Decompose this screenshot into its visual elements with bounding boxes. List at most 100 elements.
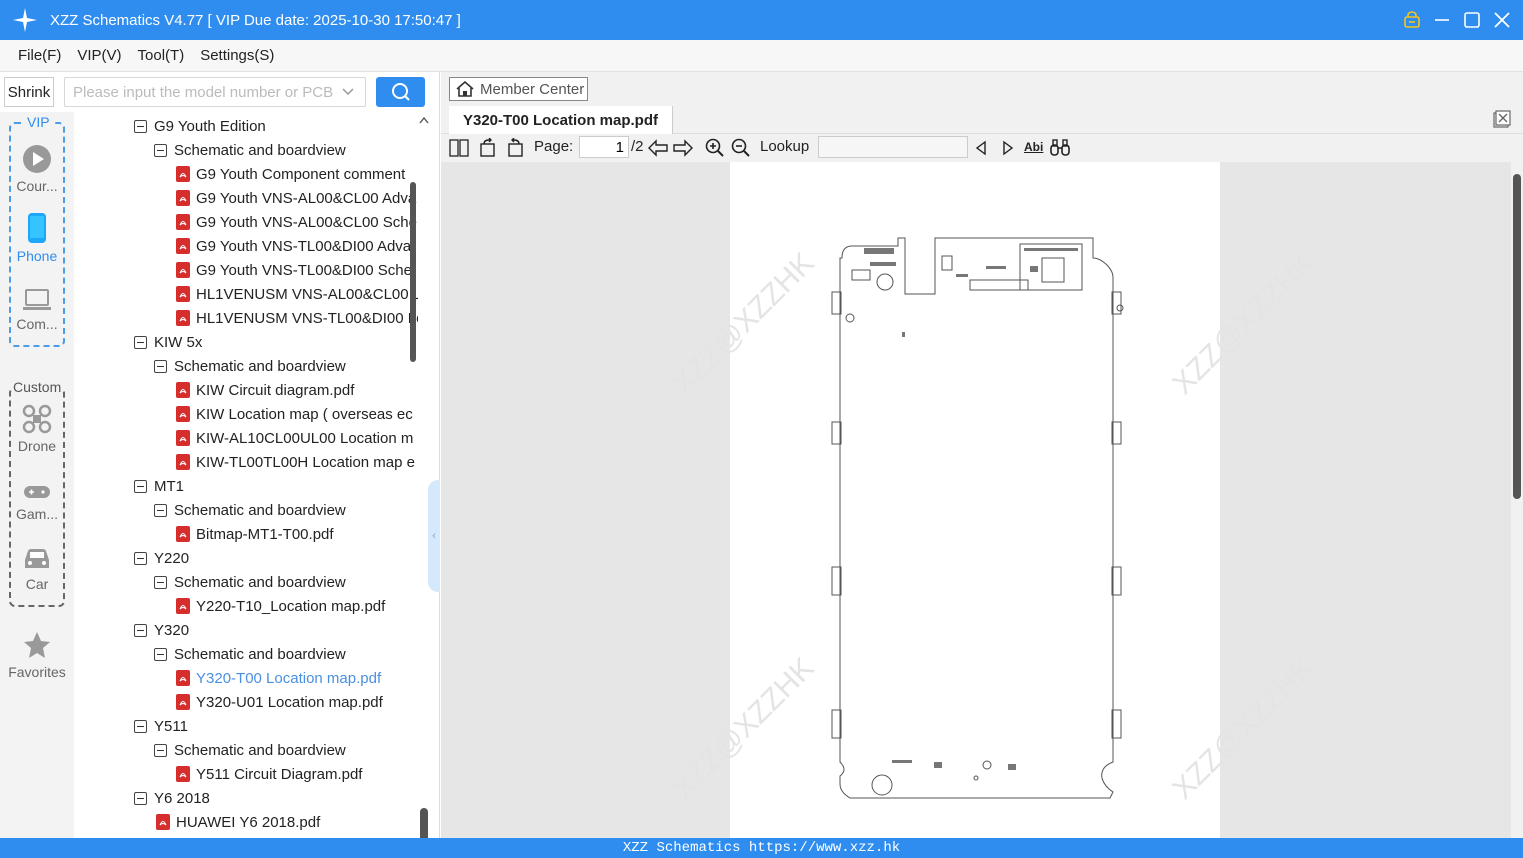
member-center-button[interactable]: Member Center <box>449 77 588 101</box>
collapse-toggle-icon[interactable] <box>154 743 167 757</box>
tree-item-label: Schematic and boardview <box>174 501 346 519</box>
collapse-toggle-icon[interactable] <box>154 647 167 661</box>
tree-folder-item[interactable]: Schematic and boardview <box>154 498 346 522</box>
nav-favorites[interactable]: Favorites <box>0 630 74 680</box>
tree-file-item[interactable]: HUAWEI Y6 2018.pdf <box>156 810 320 834</box>
tree-folder-item[interactable]: Y320 <box>134 618 189 642</box>
tree-file-item[interactable]: KIW Location map ( overseas ec <box>176 402 413 426</box>
tree-folder-item[interactable]: G9 Youth Edition <box>134 114 266 138</box>
nav-courses[interactable]: Cour... <box>0 144 74 194</box>
tree-folder-item[interactable]: Schematic and boardview <box>154 570 346 594</box>
collapse-toggle-icon[interactable] <box>154 503 167 517</box>
home-icon <box>456 81 474 97</box>
close-tab-icon[interactable] <box>1493 110 1511 128</box>
tree-item-label: Schematic and boardview <box>174 645 346 663</box>
find-next-icon[interactable] <box>997 137 1019 159</box>
tree-item-label: Y320-T00 Location map.pdf <box>196 669 382 687</box>
collapse-toggle-icon[interactable] <box>154 143 167 157</box>
tree-file-item[interactable]: KIW Circuit diagram.pdf <box>176 378 354 402</box>
pdf-file-icon <box>176 430 190 446</box>
find-previous-icon[interactable] <box>970 137 992 159</box>
tree-file-item[interactable]: G9 Youth VNS-TL00&DI00 Adva <box>176 234 411 258</box>
tree-scrollbar-track[interactable] <box>418 112 430 838</box>
collapse-toggle-icon[interactable] <box>134 623 147 637</box>
tree-file-item[interactable]: HL1VENUSM VNS-AL00&CL00 L <box>176 282 418 306</box>
search-button[interactable] <box>376 77 425 107</box>
tree-file-item[interactable]: KIW-AL10CL00UL00 Location m <box>176 426 413 450</box>
pdf-file-icon <box>176 694 190 710</box>
tree-folder-item[interactable]: MT1 <box>134 474 184 498</box>
viewer-toolbar: Page: /2 Lookup Abi <box>441 134 1523 162</box>
tree-file-item[interactable]: KIW-TL00TL00H Location map e <box>176 450 415 474</box>
tree-folder-item[interactable]: Schematic and boardview <box>154 138 346 162</box>
search-input-box[interactable] <box>64 77 366 107</box>
tree-item-label: Y511 Circuit Diagram.pdf <box>196 765 363 783</box>
nav-computer[interactable]: Com... <box>0 288 74 332</box>
collapse-toggle-icon[interactable] <box>134 719 147 733</box>
viewer-scrollbar[interactable] <box>1511 162 1523 838</box>
tree-file-item[interactable]: G9 Youth VNS-AL00&CL00 Adva <box>176 186 416 210</box>
previous-page-icon[interactable] <box>647 137 669 159</box>
menu-file[interactable]: File(F) <box>10 47 69 64</box>
maximize-icon[interactable] <box>1463 11 1481 29</box>
tree-file-item[interactable]: Bitmap-MT1-T00.pdf <box>176 522 334 546</box>
play-icon <box>23 145 51 173</box>
tree-scrollbar-thumb[interactable] <box>410 182 416 362</box>
menu-settings[interactable]: Settings(S) <box>192 47 282 64</box>
split-view-icon[interactable] <box>448 137 470 159</box>
zoom-in-icon[interactable] <box>704 137 726 159</box>
pdf-file-icon <box>176 166 190 182</box>
shrink-button[interactable]: Shrink <box>4 77 54 107</box>
collapse-toggle-icon[interactable] <box>154 359 167 373</box>
minimize-icon[interactable] <box>1433 11 1451 29</box>
nav-car[interactable]: Car <box>0 546 74 592</box>
menu-tool[interactable]: Tool(T) <box>130 47 193 64</box>
tree-folder-item[interactable]: Schematic and boardview <box>154 642 346 666</box>
tree-folder-item[interactable]: Schematic and boardview <box>154 354 346 378</box>
tree-folder-item[interactable]: Y511 <box>134 714 188 738</box>
page-label: Page: <box>534 138 574 155</box>
chevron-down-icon[interactable] <box>341 84 355 102</box>
nav-drone[interactable]: Drone <box>0 404 74 454</box>
tree-file-item[interactable]: G9 Youth VNS-AL00&CL00 Sche <box>176 210 417 234</box>
pdf-file-icon <box>176 766 190 782</box>
binoculars-icon[interactable] <box>1049 137 1071 159</box>
tree-file-item[interactable]: G9 Youth Component comment <box>176 162 405 186</box>
document-viewer[interactable]: XZZ@XZZHK XZZ@XZZHK XZZ@XZZHK XZZ@XZZHK <box>441 162 1523 838</box>
tree-item-label: KIW-TL00TL00H Location map e <box>196 453 416 471</box>
nav-games[interactable]: Gam... <box>0 482 74 522</box>
tree-folder-item[interactable]: Y6 2018 <box>134 786 210 810</box>
rotate-left-icon[interactable] <box>477 137 499 159</box>
tree-folder-item[interactable]: Y220 <box>134 546 189 570</box>
tree-file-item[interactable]: Y511 Circuit Diagram.pdf <box>176 762 362 786</box>
zoom-out-icon[interactable] <box>730 137 752 159</box>
rotate-right-icon[interactable] <box>504 137 526 159</box>
match-case-toggle[interactable]: Abi <box>1024 140 1043 154</box>
lock-icon[interactable] <box>1403 11 1421 29</box>
tree-item-label: Schematic and boardview <box>174 141 346 159</box>
nav-phone[interactable]: Phone <box>0 212 74 264</box>
collapse-toggle-icon[interactable] <box>134 479 147 493</box>
tree-item-label: HUAWEI Y6 2018.pdf <box>176 813 321 831</box>
page-input[interactable] <box>579 136 629 158</box>
lookup-input[interactable] <box>818 136 968 158</box>
tree-folder-item[interactable]: Schematic and boardview <box>154 738 346 762</box>
tree-folder-item[interactable]: KIW 5x <box>134 330 202 354</box>
document-tab[interactable]: Y320-T00 Location map.pdf <box>449 106 673 134</box>
collapse-toggle-icon[interactable] <box>134 335 147 349</box>
tree-file-item[interactable]: Y320-U01 Location map.pdf <box>176 690 383 714</box>
tree-file-item[interactable]: Y220-T10_Location map.pdf <box>176 594 385 618</box>
tree-file-item[interactable]: Y320-T00 Location map.pdf <box>176 666 381 690</box>
collapse-toggle-icon[interactable] <box>134 119 147 133</box>
collapse-toggle-icon[interactable] <box>134 551 147 565</box>
tree-file-item[interactable]: G9 Youth VNS-TL00&DI00 Sche <box>176 258 412 282</box>
next-page-icon[interactable] <box>672 137 694 159</box>
search-input[interactable] <box>73 83 333 101</box>
viewer-scrollbar-thumb[interactable] <box>1513 174 1521 499</box>
tree-file-item[interactable]: HL1VENUSM VNS-TL00&DI00 Lo <box>176 306 418 330</box>
collapse-toggle-icon[interactable] <box>154 575 167 589</box>
menu-vip[interactable]: VIP(V) <box>69 47 129 64</box>
collapse-panel-handle[interactable]: ‹ <box>428 480 440 592</box>
collapse-toggle-icon[interactable] <box>134 791 147 805</box>
close-icon[interactable] <box>1493 11 1511 29</box>
